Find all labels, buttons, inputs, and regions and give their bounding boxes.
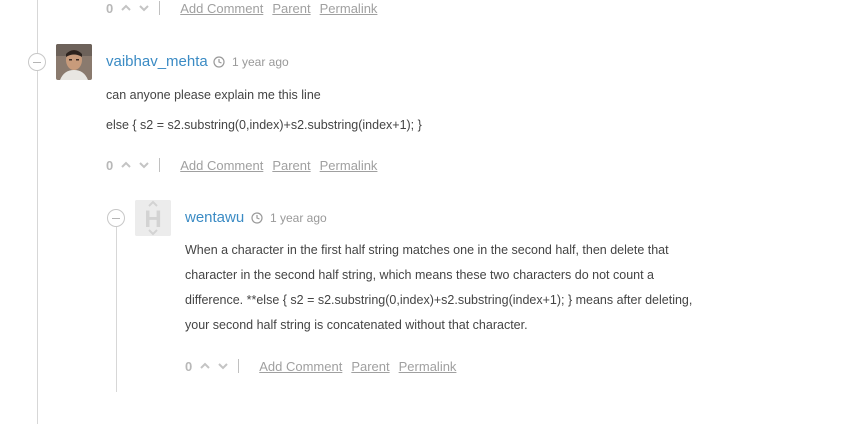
divider (159, 158, 161, 172)
add-comment-link[interactable]: Add Comment (259, 359, 342, 374)
comment-text-line: else { s2 = s2.substring(0,index)+s2.sub… (106, 118, 422, 132)
divider (159, 1, 161, 15)
comment-text-line: When a character in the first half strin… (185, 243, 669, 257)
comment-text-line: difference. **else { s2 = s2.substring(0… (185, 293, 693, 307)
timestamp[interactable]: 1 year ago (232, 55, 289, 69)
collapse-toggle[interactable] (28, 53, 46, 71)
parent-link[interactable]: Parent (272, 1, 310, 16)
downvote-icon[interactable] (137, 158, 151, 172)
avatar (56, 44, 92, 80)
upvote-icon[interactable] (119, 158, 133, 172)
comment-text-line: character in the second half string, whi… (185, 268, 655, 282)
author-name[interactable]: wentawu (185, 209, 244, 226)
parent-link[interactable]: Parent (351, 359, 389, 374)
permalink-link[interactable]: Permalink (399, 359, 457, 374)
parent-link[interactable]: Parent (272, 158, 310, 173)
author-name[interactable]: vaibhav_mehta (106, 53, 208, 70)
comment-text-line: can anyone please explain me this line (106, 88, 321, 102)
add-comment-link[interactable]: Add Comment (180, 1, 263, 16)
downvote-icon[interactable] (137, 1, 151, 15)
collapse-toggle[interactable] (107, 209, 125, 227)
comment-text: When a character in the first half strin… (185, 238, 745, 338)
comment-text-line: your second half string is concatenated … (185, 318, 528, 332)
permalink-link[interactable]: Permalink (320, 158, 378, 173)
vote-count: 0 (106, 0, 114, 16)
comment-actions: 0 Add Comment Parent Permalink (106, 155, 386, 175)
upvote-icon[interactable] (198, 359, 212, 373)
divider (238, 359, 240, 373)
comment-actions: 0 Add Comment Parent Permalink (185, 356, 465, 376)
vote-count: 0 (185, 358, 193, 374)
timestamp[interactable]: 1 year ago (270, 211, 327, 225)
downvote-icon[interactable] (216, 359, 230, 373)
avatar: H (135, 200, 171, 236)
thread-line-reply (116, 222, 117, 392)
clock-icon (251, 212, 263, 224)
clock-icon (213, 56, 225, 68)
vote-count: 0 (106, 157, 114, 173)
upvote-icon[interactable] (119, 1, 133, 15)
add-comment-link[interactable]: Add Comment (180, 158, 263, 173)
permalink-link[interactable]: Permalink (320, 1, 378, 16)
previous-comment-actions: 0 Add Comment Parent Permalink (106, 0, 386, 18)
avatar-letter: H (144, 206, 161, 233)
